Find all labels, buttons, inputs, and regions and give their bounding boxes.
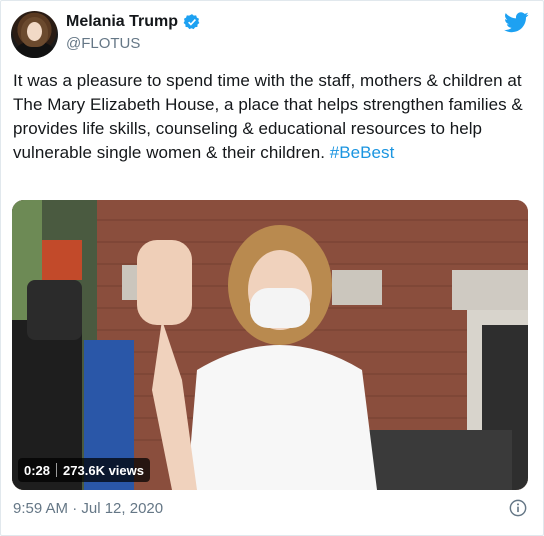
tweet-text: It was a pleasure to spend time with the… — [13, 69, 533, 165]
author-name[interactable]: Melania Trump — [66, 13, 178, 31]
video-player[interactable]: 0:28 273.6K views — [12, 200, 528, 490]
video-stats-badge: 0:28 273.6K views — [18, 458, 150, 482]
tweet-body: It was a pleasure to spend time with the… — [13, 71, 523, 162]
tweet-timestamp[interactable]: 9:59 AM · Jul 12, 2020 — [13, 500, 163, 517]
video-thumbnail — [12, 200, 528, 490]
video-views: 273.6K views — [63, 462, 144, 478]
avatar[interactable] — [11, 11, 58, 58]
video-duration: 0:28 — [24, 462, 51, 478]
info-icon[interactable] — [509, 499, 527, 517]
author-handle[interactable]: @FLOTUS — [66, 35, 140, 52]
hashtag-link[interactable]: #BeBest — [330, 143, 395, 162]
verified-badge-icon — [183, 14, 200, 30]
author-name-row[interactable]: Melania Trump — [66, 13, 201, 31]
twitter-bird-icon[interactable] — [504, 12, 529, 33]
